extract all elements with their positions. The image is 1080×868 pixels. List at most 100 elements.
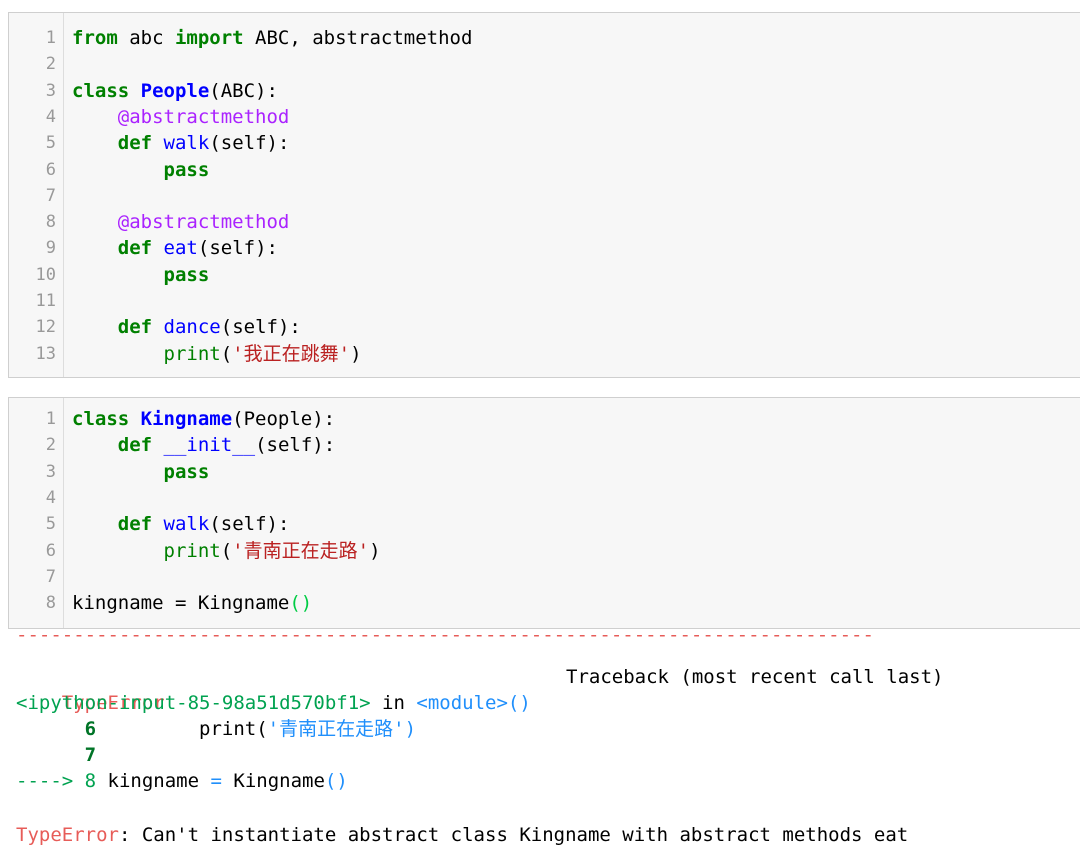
line-number: 6 [45,159,56,180]
token-str: '青南正在走路' [232,539,370,562]
token-plain: (self): [209,513,290,536]
token-plain: (ABC): [209,79,278,102]
context-code: print( [96,718,268,740]
line-number: 6 [45,540,56,561]
context-line-number: 6 [16,718,97,740]
cell-output-traceback: ----------------------------------------… [16,622,1076,862]
traceback-label: Traceback (most recent call last) [566,666,944,688]
line-source: pass [72,262,210,288]
token-plain: ( [220,539,233,562]
code-cell-1[interactable]: 1 from abc import ABC, abstractmethod 2 3 cl… [8,12,1080,378]
line-number: 1 [45,28,56,48]
token-bi: print [163,539,221,562]
line-source: @abstractmethod [72,104,290,130]
input-ref: <ipython-input-85-98a51d570bf1> [16,692,371,714]
token-kw: class [72,79,130,102]
line-source: print('青南正在走路') [72,538,381,564]
token-str: '我正在跳舞' [232,342,351,365]
final-error-message: : Can't instantiate abstract class Kingn… [118,824,909,846]
line-number: 11 [35,291,56,311]
traceback-error-line: ----> 8 kingname = Kingname() [16,768,348,794]
token-dec: @abstractmethod [117,211,290,234]
token-plain: (self): [220,316,301,339]
token-plain: kingname = Kingname [72,592,290,615]
line-number: 3 [45,80,56,101]
line-number: 5 [45,514,56,535]
final-error-type: TypeError [16,824,119,846]
token-kw: def [117,237,153,260]
traceback-separator: ----------------------------------------… [16,624,874,646]
line-source: pass [72,459,210,485]
token-plain: ) [369,539,381,562]
traceback-context-line-7: 7 [16,742,96,768]
line-number: 4 [45,487,56,508]
line-source: def walk(self): [72,511,290,537]
code-cell-2[interactable]: 1 class Kingname(People): 2 def __init__(s… [8,397,1080,629]
traceback-header-line: TypeError [16,664,165,714]
arrow-equals: = [210,770,222,792]
context-string: '青南正在走路' [267,718,405,740]
token-kw: from [72,27,118,49]
in-word: in [370,692,417,714]
token-plain: (self): [197,237,278,260]
line-source: kingname = Kingname() [72,590,312,616]
line-number: 12 [35,317,56,338]
context-close-paren: ) [404,718,417,740]
module-ref: <module>() [416,692,531,714]
token-fn: walk [163,132,210,155]
line-number: 3 [45,461,56,482]
line-source: def dance(self): [72,314,301,340]
token-plain: ) [350,342,362,365]
token-kw: pass [163,158,210,181]
token-fn: walk [163,513,210,536]
traceback-location: <ipython-input-85-98a51d570bf1> in <modu… [16,690,531,716]
token-fn: eat [163,237,198,260]
line-source: class Kingname(People): [72,406,335,432]
token-dec: @abstractmethod [117,105,290,128]
line-number: 2 [45,54,56,75]
arrow-paren: () [324,770,348,792]
token-kw: def [117,513,153,536]
token-plain: abc [117,27,175,49]
line-source: def __init__(self): [72,432,335,458]
token-cl: Kingname [140,408,233,430]
token-fn: __init__ [163,434,256,457]
token-kw: import [174,27,244,49]
token-plain: (self): [255,434,336,457]
token-plain: (People): [232,408,336,430]
token-kw: class [72,408,130,430]
token-kw: def [117,132,153,155]
arrow-line-number: 8 [73,770,97,792]
line-source: @abstractmethod [72,209,290,235]
line-number: 7 [45,185,56,206]
line-source: class People(ABC): [72,78,278,104]
token-plain: ( [220,342,233,365]
token-paren-hl: () [289,592,313,615]
line-source: def eat(self): [72,235,278,261]
final-error-line: TypeError: Can't instantiate abstract cl… [16,822,908,848]
line-source: from abc import ABC, abstractmethod [72,25,472,51]
line-source: print('我正在跳舞') [72,341,362,367]
token-kw: def [117,434,153,457]
line-number: 9 [45,238,56,259]
line-number: 5 [45,133,56,154]
token-kw: pass [163,460,210,483]
token-fn: dance [163,316,221,339]
token-plain: ABC, abstractmethod [243,27,473,49]
